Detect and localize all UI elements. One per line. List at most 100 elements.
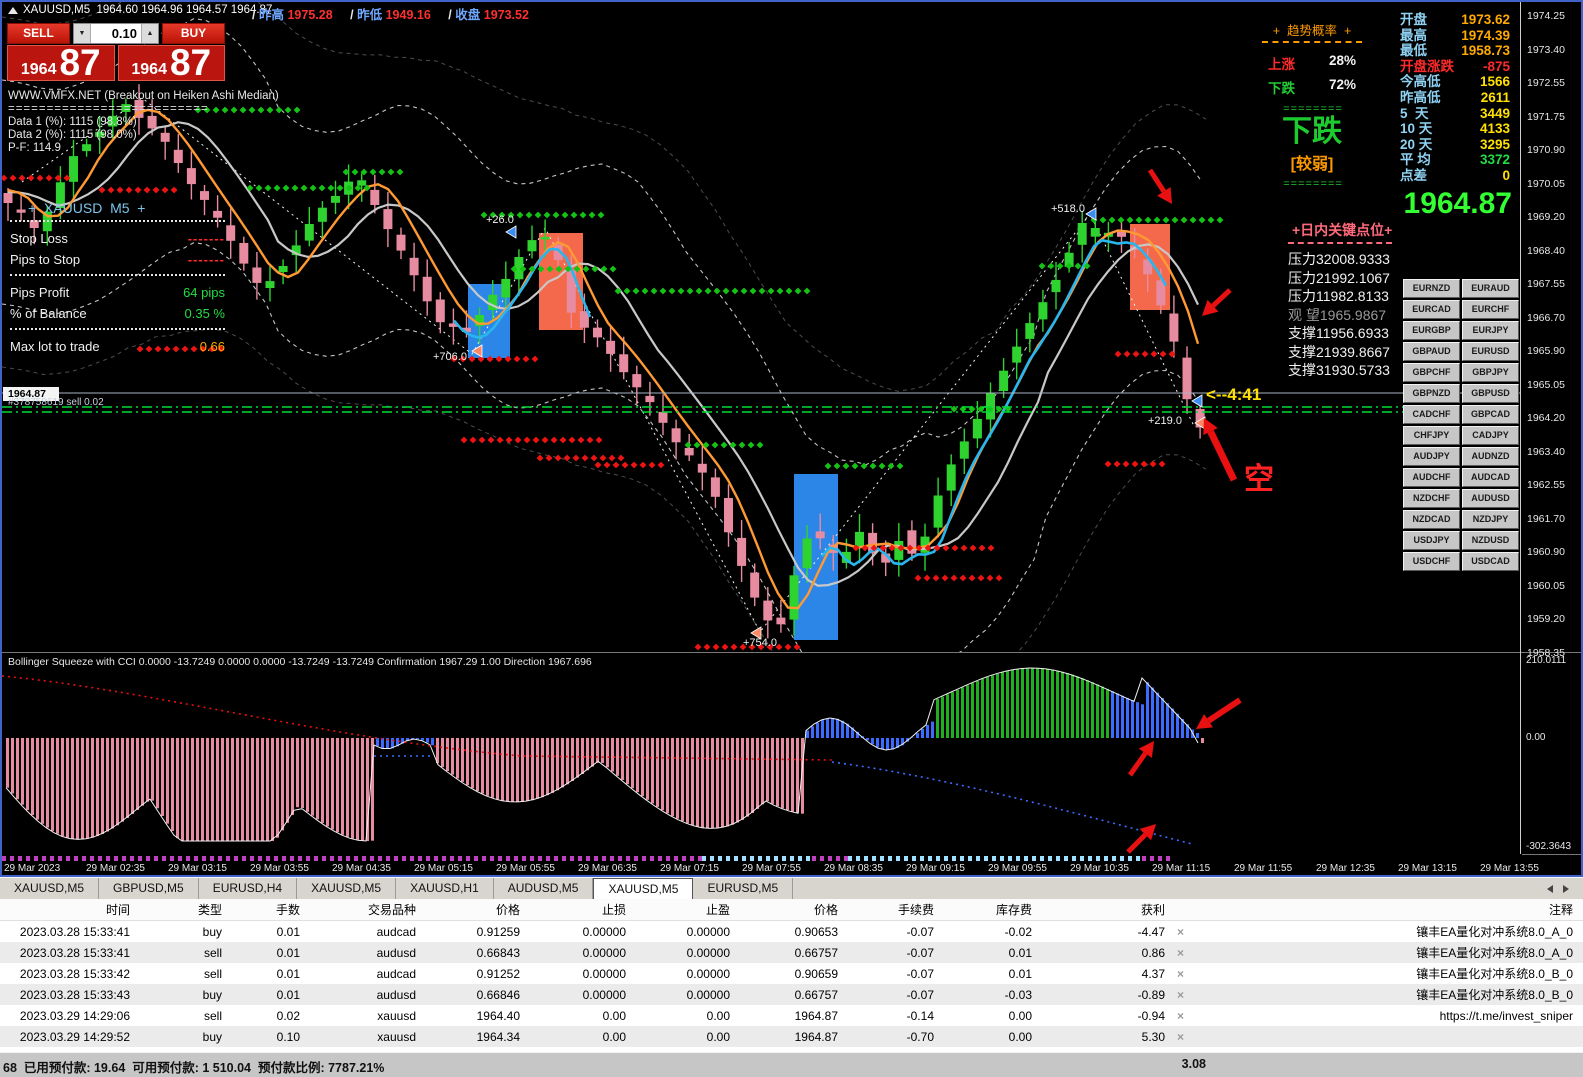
sell-button[interactable]: SELL xyxy=(7,23,70,44)
swing-label-219: +219.0 xyxy=(1148,415,1182,427)
pair-button-eurgbp[interactable]: EURGBP xyxy=(1403,321,1460,340)
table-cell: xauusd xyxy=(377,1008,416,1023)
table-row[interactable]: 2023.03.28 15:33:43 buy 0.01 audusd 0.66846 0… xyxy=(0,984,1583,1005)
pair-button-gbpjpy[interactable]: GBPJPY xyxy=(1462,363,1519,382)
pair-button-gbpchf[interactable]: GBPCHF xyxy=(1403,363,1460,382)
stats-row: 5 天 3449 xyxy=(1400,106,1510,122)
price-axis-label: 1970.05 xyxy=(1527,177,1565,190)
pair-button-nzdusd[interactable]: NZDUSD xyxy=(1462,531,1519,550)
pair-button-audjpy[interactable]: AUDJPY xyxy=(1403,447,1460,466)
pair-button-usdchf[interactable]: USDCHF xyxy=(1403,552,1460,571)
pair-button-chfjpy[interactable]: CHFJPY xyxy=(1403,426,1460,445)
indicator-pane[interactable] xyxy=(2,652,1520,854)
pair-button-audusd[interactable]: AUDUSD xyxy=(1462,489,1519,508)
table-cell: 0.86 × xyxy=(1042,946,1194,960)
price-axis-label: 1959.20 xyxy=(1527,613,1565,625)
pair-button-eurnzd[interactable]: EURNZD xyxy=(1403,279,1460,298)
tab-scroll-right-icon[interactable] xyxy=(1563,884,1569,893)
tab-eurusd-m5[interactable]: EURUSD,M5 xyxy=(693,878,794,899)
time-axis-label: 29 Mar 09:15 xyxy=(906,863,965,874)
tab-scroll-left-icon[interactable] xyxy=(1547,884,1553,893)
profit-value: -0.94 xyxy=(1137,1008,1165,1023)
close-order-icon[interactable]: × xyxy=(1172,946,1184,960)
pair-button-usdjpy[interactable]: USDJPY xyxy=(1403,531,1460,550)
pair-button-eurjpy[interactable]: EURJPY xyxy=(1462,321,1519,340)
tab-xauusd-h1[interactable]: XAUUSD,H1 xyxy=(396,878,494,899)
close-order-icon[interactable]: × xyxy=(1172,967,1184,981)
buy-button[interactable]: BUY xyxy=(162,23,225,44)
buy-price-box[interactable]: 1964 87 xyxy=(117,45,225,81)
tab-xauusd-m5[interactable]: XAUUSD,M5 xyxy=(297,878,397,899)
tab-xauusd-m5[interactable]: XAUUSD,M5 xyxy=(593,878,694,899)
table-cell: 0.00000 xyxy=(582,945,626,960)
pair-button-cadjpy[interactable]: CADJPY xyxy=(1462,426,1519,445)
pair-button-eurcad[interactable]: EURCAD xyxy=(1403,300,1460,319)
open-order-label[interactable]: #378758619 sell 0.02 xyxy=(8,397,104,408)
time-axis-label: 29 Mar 03:55 xyxy=(250,863,309,874)
risk-value: ------- xyxy=(187,231,225,246)
time-axis-label: 29 Mar 07:55 xyxy=(742,863,801,874)
risk-value: 0.35 % xyxy=(184,306,225,321)
pair-button-nzdcad[interactable]: NZDCAD xyxy=(1403,510,1460,529)
tab-gbpusd-m5[interactable]: GBPUSD,M5 xyxy=(99,878,199,899)
pair-button-gbpaud[interactable]: GBPAUD xyxy=(1403,342,1460,361)
pair-button-nzdjpy[interactable]: NZDJPY xyxy=(1462,510,1519,529)
pair-button-gbpcad[interactable]: GBPCAD xyxy=(1462,405,1519,424)
table-row[interactable]: 2023.03.29 14:29:06 sell 0.02 xauusd 1964.40… xyxy=(0,1005,1583,1026)
down-label: 下跌 xyxy=(1268,81,1295,96)
table-cell: 0.00000 xyxy=(582,966,626,981)
stats-row: 最高 1974.39 xyxy=(1400,28,1510,44)
lot-increase-icon[interactable]: ▲ xyxy=(141,24,158,43)
table-row[interactable]: 2023.03.29 14:29:52 buy 0.10 xauusd 1964.34 0… xyxy=(0,1026,1583,1047)
table-cell: audcad xyxy=(376,966,416,981)
sell-price-box[interactable]: 1964 87 xyxy=(7,45,115,81)
pane-divider[interactable] xyxy=(2,652,1581,653)
table-cell: -0.07 xyxy=(906,924,934,939)
system-info-block: WWW.VMFX.NET (Breakout on Heiken Ashi Me… xyxy=(8,90,279,154)
pair-button-audnzd[interactable]: AUDNZD xyxy=(1462,447,1519,466)
short-signal-label: 空 xyxy=(1244,463,1274,496)
risk-row: Pips to Stop ------- xyxy=(10,249,225,270)
close-order-icon[interactable]: × xyxy=(1172,988,1184,1002)
pair-button-euraud[interactable]: EURAUD xyxy=(1462,279,1519,298)
table-cell: 5.30 × xyxy=(1042,1030,1194,1044)
tab-eurusd-h4[interactable]: EURUSD,H4 xyxy=(199,878,298,899)
close-order-icon[interactable]: × xyxy=(1172,925,1184,939)
table-row[interactable]: 2023.03.28 15:33:41 sell 0.01 audusd 0.66843… xyxy=(0,942,1583,963)
table-cell: -4.47 × xyxy=(1042,925,1194,939)
tab-xauusd-m5[interactable]: XAUUSD,M5 xyxy=(0,878,100,899)
table-row[interactable]: 2023.03.28 15:33:41 buy 0.01 audcad 0.91259 0… xyxy=(0,921,1583,942)
time-axis[interactable]: 29 Mar 2023 29 Mar 02:35 29 Mar 03:15 29 Ma… xyxy=(2,863,1581,875)
pair-button-audcad[interactable]: AUDCAD xyxy=(1462,468,1519,487)
time-axis-label: 29 Mar 04:35 xyxy=(332,863,391,874)
pair-button-gbpusd[interactable]: GBPUSD xyxy=(1462,384,1519,403)
pair-button-cadchf[interactable]: CADCHF xyxy=(1403,405,1460,424)
price-axis-label: 1961.70 xyxy=(1527,512,1565,525)
pair-button-nzdchf[interactable]: NZDCHF xyxy=(1403,489,1460,508)
tab-audusd-m5[interactable]: AUDUSD,M5 xyxy=(494,878,594,899)
table-cell: 0.01 xyxy=(1008,966,1032,981)
lot-decrease-icon[interactable]: ▼ xyxy=(74,24,91,43)
stats-label: 平 均 xyxy=(1400,152,1431,168)
lot-input[interactable] xyxy=(91,24,141,43)
pair-button-usdcad[interactable]: USDCAD xyxy=(1462,552,1519,571)
down-value: 72% xyxy=(1328,77,1356,92)
risk-panel: + XAUUSD M5 + Stop Loss ------- Pips to St… xyxy=(10,200,225,357)
pair-button-gbpnzd[interactable]: GBPNZD xyxy=(1403,384,1460,403)
key-level-row: 压力32008.9333 xyxy=(1288,251,1390,267)
column-header: 交易品种 xyxy=(367,903,416,917)
table-cell: 镶丰EA量化对冲系统8.0_B_0 xyxy=(1416,988,1573,1002)
close-order-icon[interactable]: × xyxy=(1172,1030,1184,1044)
table-row[interactable]: 2023.03.28 15:33:42 sell 0.01 audcad 0.91252… xyxy=(0,963,1583,984)
trend-strength: [较弱] xyxy=(1290,155,1334,173)
price-axis[interactable]: 1974.25 1973.40 1972.55 1971.75 1970.90 1970.… xyxy=(1522,2,1582,854)
price-axis-label: 1966.70 xyxy=(1527,311,1565,324)
close-order-icon[interactable]: × xyxy=(1172,1009,1184,1023)
pair-button-audchf[interactable]: AUDCHF xyxy=(1403,468,1460,487)
pair-button-eurchf[interactable]: EURCHF xyxy=(1462,300,1519,319)
prev-high-value: 1975.28 xyxy=(287,8,333,22)
stats-row: 点差 0 xyxy=(1400,168,1510,184)
pair-button-eurusd[interactable]: EURUSD xyxy=(1462,342,1519,361)
separator: = = = = = = = = xyxy=(1283,177,1342,190)
time-axis-label: 29 Mar 10:35 xyxy=(1070,863,1129,874)
